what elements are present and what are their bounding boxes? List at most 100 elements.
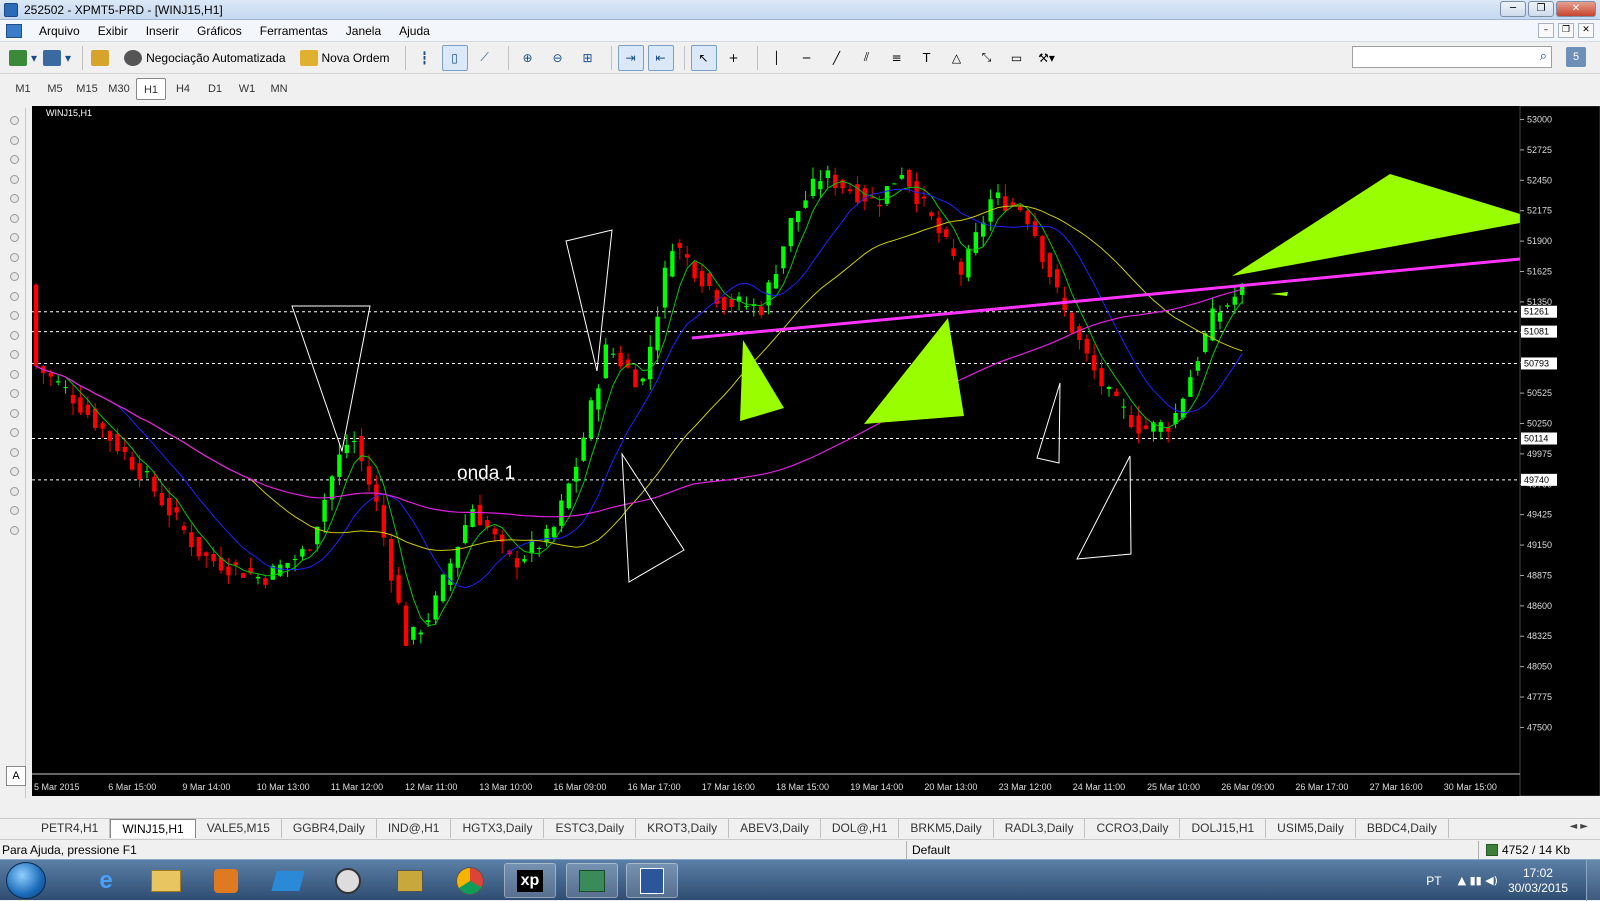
candlestick-icon[interactable]: ▯ <box>441 44 468 71</box>
arrow-tool-icon[interactable]: ⤡ <box>974 45 1000 71</box>
menu-ferramentas[interactable]: Ferramentas <box>251 20 337 42</box>
tab-usim5[interactable]: USIM5,Daily <box>1266 819 1356 838</box>
tab-brkm5[interactable]: BRKM5,Daily <box>899 819 994 838</box>
restore-button[interactable]: ❐ <box>1528 1 1554 17</box>
minimize-button[interactable]: ─ <box>1500 1 1526 17</box>
tab-estc3[interactable]: ESTC3,Daily <box>544 819 637 838</box>
market-watch-icon[interactable] <box>89 45 115 71</box>
chart-window[interactable]: 5300052725524505217551900516255135051075… <box>32 105 1600 797</box>
autoscroll-icon[interactable]: ⇥ <box>617 44 644 71</box>
mdi-restore-button[interactable]: ❐ <box>1558 23 1574 38</box>
zoom-out-icon[interactable]: ⊖ <box>545 45 571 71</box>
start-button[interactable] <box>6 862 46 899</box>
close-button[interactable]: ✕ <box>1556 1 1596 17</box>
object-list-button[interactable] <box>10 447 19 457</box>
menu-graficos[interactable]: Gráficos <box>188 20 251 42</box>
object-list-button[interactable] <box>10 233 19 242</box>
chart-shift-icon[interactable]: ⇤ <box>647 44 674 71</box>
object-list-button[interactable] <box>10 311 19 320</box>
search-input[interactable]: ⌕ <box>1352 46 1552 68</box>
object-list-button[interactable] <box>10 486 19 496</box>
tray-icons[interactable]: ▲ ▮▮ ◀) <box>1458 874 1498 887</box>
timeframe-m5[interactable]: M5 <box>40 78 70 100</box>
object-list-button[interactable] <box>10 506 19 515</box>
language-indicator[interactable]: PT <box>1426 874 1441 888</box>
timeframe-d1[interactable]: D1 <box>200 78 230 100</box>
object-list-button[interactable] <box>10 330 19 340</box>
object-list-button[interactable] <box>10 194 19 203</box>
tab-bbdc4[interactable]: BBDC4,Daily <box>1356 819 1449 838</box>
object-list-button[interactable] <box>10 369 19 379</box>
object-list-button[interactable] <box>10 428 19 437</box>
timeframe-h1[interactable]: H1 <box>136 78 166 100</box>
crosshair-icon[interactable]: + <box>721 45 747 71</box>
calculator-icon[interactable] <box>384 863 436 898</box>
object-list-button[interactable] <box>10 350 19 359</box>
timeframe-mn[interactable]: MN <box>264 78 294 100</box>
object-list-button[interactable] <box>10 272 19 281</box>
internet-explorer-icon[interactable]: e <box>80 863 132 898</box>
mdi-close-button[interactable]: ✕ <box>1578 23 1594 38</box>
timeframe-m30[interactable]: M30 <box>104 78 134 100</box>
tab-hgtx3[interactable]: HGTX3,Daily <box>451 819 545 838</box>
show-desktop-button[interactable] <box>1586 860 1600 901</box>
menu-ajuda[interactable]: Ajuda <box>390 20 439 42</box>
menu-inserir[interactable]: Inserir <box>137 20 188 42</box>
tab-vale5[interactable]: VALE5,M15 <box>196 819 282 838</box>
object-list-button[interactable] <box>10 174 19 184</box>
profiles-icon[interactable]: ▾ <box>42 45 72 71</box>
object-list-button[interactable] <box>10 525 19 535</box>
menu-arquivo[interactable]: Arquivo <box>30 20 89 42</box>
vertical-line-icon[interactable]: │ <box>764 45 790 71</box>
line-chart-icon[interactable]: ⟋ <box>472 45 498 71</box>
folder-icon[interactable] <box>140 863 192 898</box>
tab-petr4[interactable]: PETR4,H1 <box>30 819 111 838</box>
zoom-in-icon[interactable]: ⊕ <box>515 45 541 71</box>
object-list-button[interactable] <box>10 135 19 145</box>
tab-scroll-arrows[interactable]: ◄ ► <box>1569 821 1588 832</box>
tab-ind[interactable]: IND@,H1 <box>377 819 452 838</box>
timeframe-m1[interactable]: M1 <box>8 78 38 100</box>
horizontal-line-icon[interactable]: ─ <box>794 45 820 71</box>
menu-janela[interactable]: Janela <box>337 20 390 42</box>
tab-dol[interactable]: DOL@,H1 <box>821 819 900 838</box>
object-list-button[interactable] <box>10 467 19 476</box>
new-chart-icon[interactable]: ▾ <box>8 45 38 71</box>
chart-corner-label[interactable]: A <box>6 766 26 786</box>
trendline-icon[interactable]: ╱ <box>824 45 850 71</box>
triangle-icon[interactable]: △ <box>944 45 970 71</box>
algo-trading-button[interactable]: Negociação Automatizada <box>119 45 290 71</box>
network-icon[interactable] <box>262 863 314 898</box>
tab-winj15[interactable]: WINJ15,H1 <box>110 819 196 838</box>
menu-exibir[interactable]: Exibir <box>89 20 137 42</box>
tab-dolj15[interactable]: DOLJ15,H1 <box>1180 819 1267 838</box>
object-list-button[interactable] <box>10 389 19 398</box>
text-icon[interactable]: T <box>914 45 940 71</box>
fibonacci-icon[interactable]: ≡ <box>884 45 910 71</box>
bar-chart-icon[interactable]: ┇ <box>412 45 438 71</box>
tab-radl3[interactable]: RADL3,Daily <box>994 819 1086 838</box>
mdi-minimize-button[interactable]: – <box>1538 23 1554 38</box>
xp-app-icon[interactable]: xp <box>504 863 556 898</box>
timeframe-h4[interactable]: H4 <box>168 78 198 100</box>
object-list-button[interactable] <box>10 408 19 418</box>
object-list-button[interactable] <box>10 116 19 125</box>
price-chart[interactable]: 5300052725524505217551900516255135051075… <box>32 105 1600 797</box>
media-player-icon[interactable] <box>200 863 252 898</box>
clock[interactable]: 17:02 30/03/2015 <box>1508 866 1568 896</box>
search-icon[interactable]: ⌕ <box>1540 49 1547 64</box>
object-list-button[interactable] <box>10 155 19 164</box>
help-button[interactable]: 5 <box>1566 47 1586 67</box>
hp-icon[interactable] <box>322 863 374 898</box>
object-list-button[interactable] <box>10 252 19 262</box>
object-list-button[interactable] <box>10 291 19 301</box>
tab-abev3[interactable]: ABEV3,Daily <box>729 819 821 838</box>
timeframe-m15[interactable]: M15 <box>72 78 102 100</box>
tab-ccro3[interactable]: CCRO3,Daily <box>1085 819 1181 838</box>
word-icon[interactable] <box>626 863 678 898</box>
tile-windows-icon[interactable]: ⊞ <box>575 45 601 71</box>
tab-krot3[interactable]: KROT3,Daily <box>636 819 730 838</box>
more-tools-icon[interactable]: ⚒▾ <box>1034 45 1060 71</box>
cursor-icon[interactable]: ↖ <box>690 44 717 71</box>
tab-ggbr4[interactable]: GGBR4,Daily <box>282 819 377 838</box>
